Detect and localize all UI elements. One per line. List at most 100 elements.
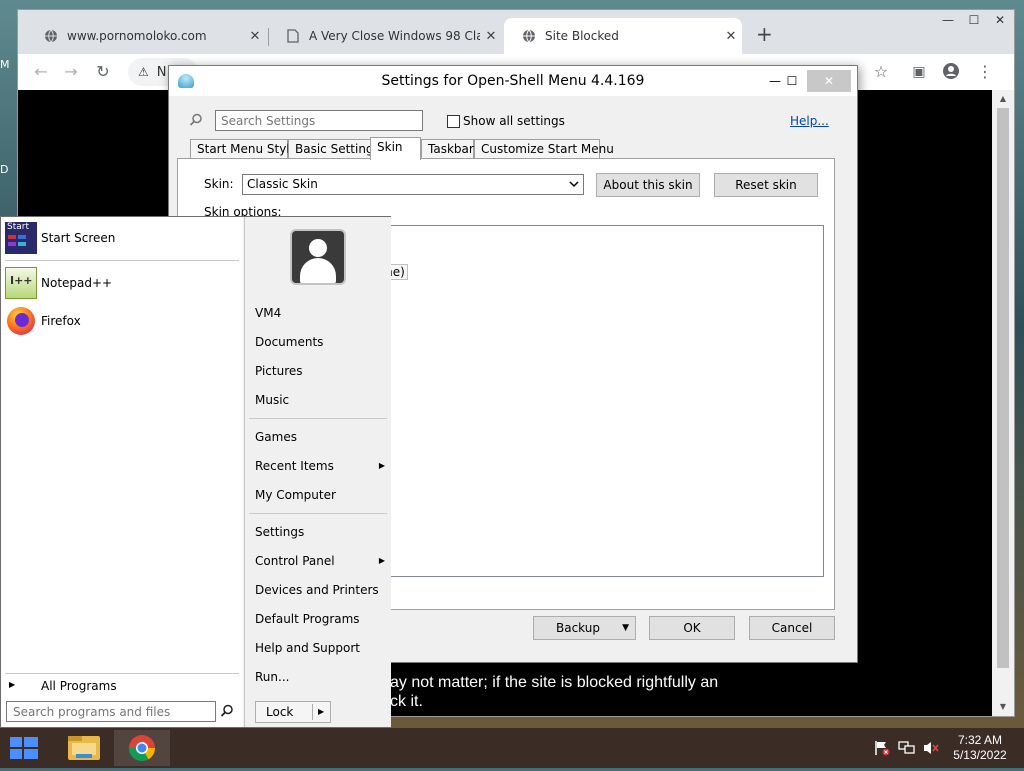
lock-label: Lock (266, 705, 294, 719)
backup-button[interactable]: Backup ▼ (533, 616, 636, 640)
dialog-close-button[interactable]: ✕ (807, 70, 851, 92)
menu-item-music[interactable]: Music (255, 389, 385, 411)
divider (312, 704, 313, 720)
scroll-down-icon[interactable]: ▼ (992, 702, 1014, 711)
tab-title: Site Blocked (545, 29, 619, 43)
chevron-down-icon (569, 175, 579, 201)
user-avatar[interactable] (290, 229, 346, 285)
desktop-edge-label: M (0, 58, 10, 71)
lock-button[interactable]: Lock ▶ (255, 701, 331, 723)
taskbar-chrome[interactable] (114, 730, 170, 766)
globe-icon (522, 29, 536, 43)
settings-search-input[interactable] (215, 110, 423, 131)
menu-item-devices-and-printers[interactable]: Devices and Printers (255, 579, 385, 601)
divider (249, 513, 387, 514)
program-start-screen[interactable]: Start Start Screen (1, 221, 241, 255)
cancel-button[interactable]: Cancel (749, 616, 835, 640)
taskbar: 7:32 AM 5/13/2022 (0, 728, 1024, 768)
divider (249, 418, 387, 419)
menu-item-help-and-support[interactable]: Help and Support (255, 637, 385, 659)
page-icon (286, 29, 300, 43)
browser-close-button[interactable]: ✕ (988, 13, 1012, 33)
ok-button[interactable]: OK (649, 616, 735, 640)
page-scrollbar[interactable]: ▲ ▼ (992, 90, 1014, 716)
tab-customize-start-menu[interactable]: Customize Start Menu (474, 139, 614, 159)
firefox-icon (5, 305, 37, 337)
new-tab-button[interactable]: + (756, 24, 773, 44)
show-all-settings-label: Show all settings (463, 114, 565, 128)
browser-minimize-button[interactable]: — (936, 13, 960, 33)
profile-icon[interactable] (940, 62, 962, 82)
browser-tab-active[interactable]: Site Blocked ✕ (504, 18, 742, 54)
menu-item-default-programs[interactable]: Default Programs (255, 608, 385, 630)
menu-item-label: Control Panel (255, 554, 335, 568)
flag-alert-icon[interactable] (874, 740, 890, 760)
submenu-arrow-icon: ▶ (378, 461, 385, 470)
skin-select[interactable]: Classic Skin (242, 174, 584, 195)
about-skin-button[interactable]: About this skin (596, 173, 700, 197)
start-screen-icon: Start (5, 222, 37, 254)
show-all-settings-checkbox[interactable] (447, 115, 460, 128)
menu-dots-icon[interactable]: ⋮ (974, 62, 996, 82)
search-icon[interactable] (220, 704, 234, 721)
menu-item-settings[interactable]: Settings (255, 521, 385, 543)
tab-close-icon[interactable]: ✕ (244, 29, 266, 44)
dialog-maximize-button[interactable]: ☐ (781, 70, 803, 92)
divider (5, 260, 239, 261)
network-icon[interactable] (898, 740, 916, 760)
menu-item-recent-items[interactable]: Recent Items ▶ (255, 455, 385, 477)
menu-item-documents[interactable]: Documents (255, 331, 385, 353)
browser-tab[interactable]: www.pornomoloko.com ✕ (26, 18, 266, 54)
divider (5, 673, 239, 674)
chevron-right-icon[interactable]: ▶ (318, 702, 324, 722)
start-menu-places: VM4 Documents Pictures Music Games Recen… (244, 217, 391, 727)
all-programs-button[interactable]: All Programs (41, 679, 117, 693)
menu-item-vm4[interactable]: VM4 (255, 302, 385, 324)
menu-item-control-panel[interactable]: Control Panel ▶ (255, 550, 385, 572)
tab-taskbar[interactable]: Taskbar (421, 139, 474, 159)
back-arrow-icon[interactable]: ← (30, 62, 52, 82)
tab-start-menu-style[interactable]: Start Menu Style (190, 139, 297, 159)
tab-close-icon[interactable]: ✕ (480, 29, 502, 44)
side-panel-icon[interactable]: ▣ (908, 62, 930, 82)
chevron-down-icon: ▼ (622, 623, 629, 633)
taskbar-file-explorer[interactable] (56, 730, 112, 766)
clock-date: 5/13/2022 (953, 748, 1007, 762)
system-clock[interactable]: 7:32 AM 5/13/2022 (944, 733, 1016, 763)
notepad-plus-plus-icon: I++ (5, 267, 37, 299)
menu-item-games[interactable]: Games (255, 426, 385, 448)
programs-search-input[interactable] (6, 701, 216, 722)
tab-close-icon[interactable]: ✕ (720, 29, 742, 44)
forward-arrow-icon[interactable]: → (60, 62, 82, 82)
page-text-line: ay not matter; if the site is blocked ri… (390, 674, 719, 691)
page-text-line: ck it. (390, 693, 423, 710)
globe-icon (44, 29, 58, 43)
start-menu: Start Start Screen I++ Notepad++ Firefox… (0, 216, 391, 728)
tab-skin[interactable]: Skin (370, 137, 421, 160)
reset-skin-button[interactable]: Reset skin (714, 173, 818, 197)
program-notepad-plus-plus[interactable]: I++ Notepad++ (1, 266, 241, 300)
menu-item-my-computer[interactable]: My Computer (255, 484, 385, 506)
menu-item-pictures[interactable]: Pictures (255, 360, 385, 382)
dialog-titlebar: Settings for Open-Shell Menu 4.4.169 — ☐… (169, 66, 857, 96)
start-button[interactable] (0, 728, 48, 768)
menu-item-label: Recent Items (255, 459, 334, 473)
search-icon (189, 113, 203, 131)
tab-title: www.pornomoloko.com (67, 29, 207, 43)
browser-maximize-button[interactable]: ☐ (962, 13, 986, 33)
program-label: Start Screen (41, 231, 116, 245)
backup-label: Backup (556, 621, 600, 635)
star-icon[interactable]: ☆ (870, 62, 892, 82)
program-firefox[interactable]: Firefox (1, 304, 241, 338)
scroll-up-icon[interactable]: ▲ (992, 94, 1014, 103)
browser-tab[interactable]: A Very Close Windows 98 Classic ✕ (268, 18, 502, 54)
dialog-title: Settings for Open-Shell Menu 4.4.169 (381, 73, 645, 89)
start-menu-programs: Start Start Screen I++ Notepad++ Firefox… (1, 217, 243, 727)
tab-basic-settings[interactable]: Basic Settings (288, 139, 380, 159)
reload-icon[interactable]: ↻ (92, 62, 114, 82)
volume-muted-icon[interactable] (922, 740, 940, 760)
address-text: N (156, 64, 167, 80)
help-link[interactable]: Help... (790, 114, 829, 128)
menu-item-run[interactable]: Run... (255, 666, 385, 688)
scrollbar-thumb[interactable] (997, 108, 1009, 668)
